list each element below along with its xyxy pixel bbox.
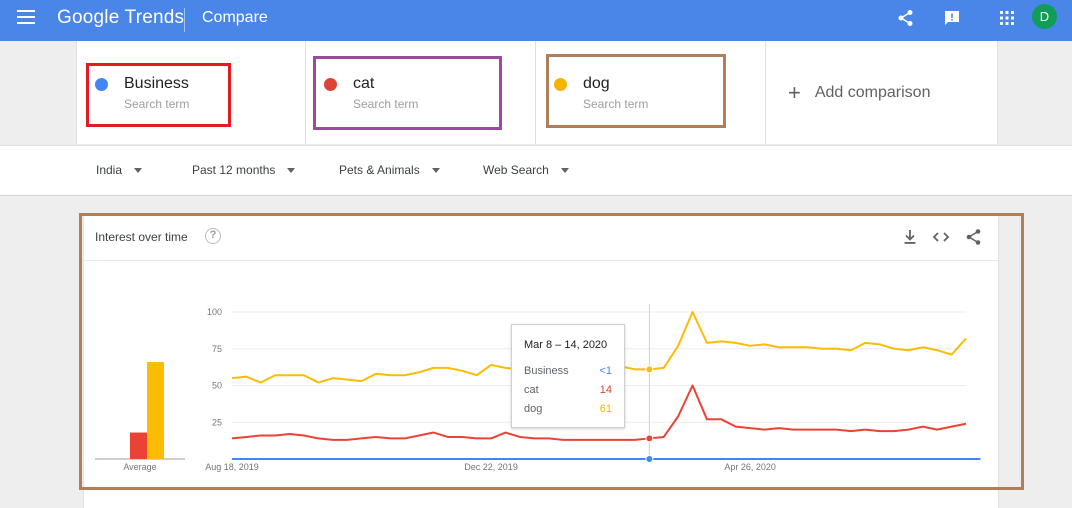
tooltip-label: cat [524,384,539,396]
page-title: Compare [202,9,268,26]
highlight-box-cat [313,56,502,130]
y-tick-label: 100 [207,307,222,317]
share-icon[interactable] [894,6,918,30]
search-type-filter[interactable]: Web Search [483,163,569,177]
average-bar-dog [147,361,164,459]
y-tick-label: 25 [212,417,222,427]
add-comparison-card[interactable]: + Add comparison [766,41,998,144]
search-type-filter-label: Web Search [483,163,549,177]
header-divider [184,8,185,32]
x-tick-label: Dec 22, 2019 [464,462,518,472]
hover-point-cat [645,434,654,443]
plus-icon: + [788,80,801,105]
tooltip-date: Mar 8 – 14, 2020 [524,339,608,351]
caret-down-icon [134,167,143,173]
tooltip-value: 14 [599,384,612,396]
caret-down-icon [560,167,569,173]
apps-grid-icon[interactable] [995,6,1019,30]
time-filter[interactable]: Past 12 months [192,163,296,177]
highlight-box-business [86,63,231,127]
region-filter[interactable]: India [96,163,143,177]
highlight-box-dog [546,54,726,128]
feedback-icon[interactable] [940,6,964,30]
caret-down-icon [431,167,440,173]
tooltip-label: Business [524,365,569,377]
y-tick-label: 50 [212,381,222,391]
logo-google: Google [57,7,120,28]
add-comparison-label: Add comparison [814,84,931,101]
top-bar: Google Trends Compare D [0,0,1072,41]
average-bar-cat [130,432,147,459]
logo-trends: Trends [124,7,185,28]
y-tick-label: 75 [212,344,222,354]
category-filter[interactable]: Pets & Animals [339,163,440,177]
google-trends-logo[interactable]: Google Trends [57,7,184,29]
hover-point-dog [645,365,654,374]
avatar[interactable]: D [1032,4,1057,29]
time-filter-label: Past 12 months [192,163,276,177]
tooltip-row-dog: dog 61 [524,403,612,415]
caret-down-icon [287,167,296,173]
chart-tooltip: Mar 8 – 14, 2020 Business <1 cat 14 dog … [511,324,625,428]
tooltip-row-business: Business <1 [524,365,612,377]
x-tick-label: Aug 18, 2019 [205,462,259,472]
tooltip-value: 61 [599,403,612,415]
add-comparison-button[interactable]: + Add comparison [788,80,931,105]
tooltip-row-cat: cat 14 [524,384,612,396]
category-filter-label: Pets & Animals [339,163,420,177]
average-label: Average [123,462,156,472]
menu-icon[interactable] [17,10,35,24]
tooltip-value: <1 [599,365,612,377]
region-filter-label: India [96,163,123,177]
hover-point-business [645,455,654,463]
x-tick-label: Apr 26, 2020 [724,462,776,472]
tooltip-label: dog [524,403,543,415]
search-terms-row: Business Search term cat Search term dog… [0,41,1072,145]
filters-row: India Past 12 months Pets & Animals Web … [0,145,1072,196]
